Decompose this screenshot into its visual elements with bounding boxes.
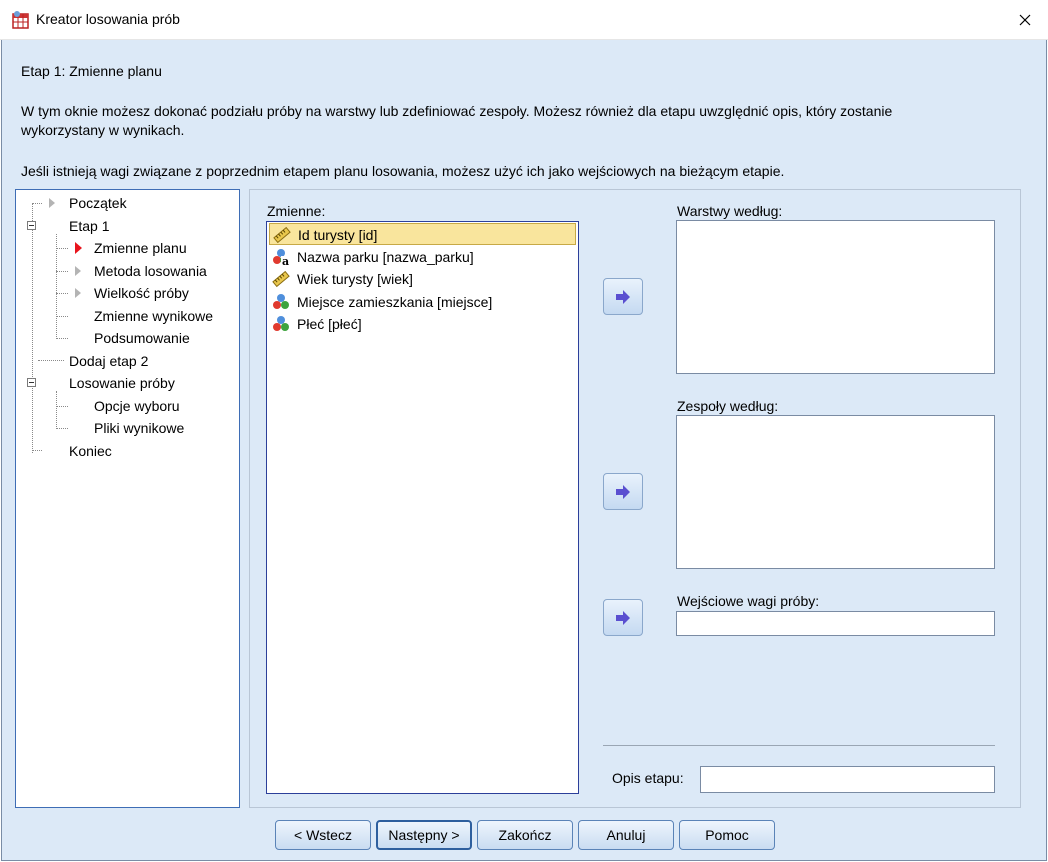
stage-label-label: Opis etapu:: [612, 770, 684, 786]
strata-list[interactable]: [676, 220, 995, 374]
tree-connector: [56, 248, 68, 249]
tree-item-selection-options[interactable]: Opcje wyboru: [94, 396, 180, 416]
list-item[interactable]: Id turysty [id]: [269, 223, 576, 245]
collapse-icon[interactable]: [27, 221, 36, 230]
list-item[interactable]: Płeć [płeć]: [269, 313, 576, 335]
step-description-line: W tym oknie możesz dokonać podziału prób…: [21, 103, 893, 119]
input-weights-label: Wejściowe wagi próby:: [677, 593, 820, 609]
help-button[interactable]: Pomoc: [679, 820, 775, 850]
tree-item-add-stage-2[interactable]: Dodaj etap 2: [69, 351, 148, 371]
tree-connector: [56, 428, 68, 429]
tree-connector: [56, 316, 68, 317]
tree-connector: [56, 293, 68, 294]
sampling-wizard-app-icon: [12, 11, 29, 29]
close-button[interactable]: [1002, 0, 1048, 39]
tree-connector: [38, 360, 64, 361]
step-heading: Etap 1: Zmienne planu: [21, 63, 162, 79]
tree-connector: [32, 203, 42, 204]
strata-label: Warstwy według:: [677, 203, 783, 219]
tree-item-finish[interactable]: Koniec: [69, 441, 112, 461]
input-weights-field[interactable]: [676, 611, 995, 636]
finish-button[interactable]: Zakończ: [477, 820, 573, 850]
move-to-input-weights-button[interactable]: [603, 599, 643, 636]
step-description: W tym oknie możesz dokonać podziału prób…: [21, 102, 1021, 140]
collapse-icon[interactable]: [27, 378, 36, 387]
tree-connector: [32, 450, 42, 451]
step-arrow-icon: [75, 266, 81, 276]
variable-label: Id turysty [id]: [298, 227, 378, 243]
clusters-list[interactable]: [676, 415, 995, 569]
svg-text:a: a: [282, 255, 289, 266]
separator: [603, 745, 995, 746]
variables-label: Zmienne:: [267, 203, 326, 219]
wizard-steps-tree[interactable]: Początek Etap 1 Zmienne planu Metoda los…: [15, 189, 240, 808]
tree-item-sampling-method[interactable]: Metoda losowania: [94, 261, 207, 281]
tree-item-sample-size[interactable]: Wielkość próby: [94, 283, 189, 303]
weights-hint: Jeśli istnieją wagi związane z poprzedni…: [21, 163, 785, 179]
tree-item-start[interactable]: Początek: [69, 193, 127, 213]
clusters-label: Zespoły według:: [677, 398, 779, 414]
current-step-arrow-icon: [75, 242, 82, 254]
tree-connector: [56, 338, 68, 339]
tree-item-summary[interactable]: Podsumowanie: [94, 328, 190, 348]
list-item[interactable]: a Nazwa parku [nazwa_parku]: [269, 246, 576, 268]
right-arrow-icon: [616, 610, 630, 625]
close-icon: [1019, 14, 1031, 25]
cancel-button[interactable]: Anuluj: [578, 820, 674, 850]
variable-label: Nazwa parku [nazwa_parku]: [297, 249, 474, 265]
nominal-icon: [273, 316, 289, 331]
tree-item-design-variables[interactable]: Zmienne planu: [94, 238, 187, 258]
stage-label-field[interactable]: [700, 766, 995, 793]
nominal-icon: [273, 294, 289, 309]
tree-connector: [56, 271, 68, 272]
design-variables-panel: Zmienne: Id turysty [id] a Nazwa parku […: [249, 189, 1021, 808]
tree-connector: [56, 234, 57, 339]
variable-label: Wiek turysty [wiek]: [297, 271, 413, 287]
step-description-line: wykorzystany w wynikach.: [21, 122, 185, 138]
back-button[interactable]: < Wstecz: [275, 820, 371, 850]
tree-item-output-files[interactable]: Pliki wynikowe: [94, 418, 184, 438]
step-arrow-icon: [75, 288, 81, 298]
tree-connector: [32, 203, 33, 453]
window-titlebar: Kreator losowania prób: [0, 0, 1048, 40]
window-title: Kreator losowania prób: [36, 11, 180, 27]
nominal-string-icon: a: [273, 249, 290, 266]
tree-item-stage-1[interactable]: Etap 1: [69, 216, 109, 236]
move-to-strata-button[interactable]: [603, 278, 643, 315]
next-button[interactable]: Następny >: [376, 820, 472, 850]
ruler-scale-icon: [272, 270, 290, 288]
variable-label: Płeć [płeć]: [297, 316, 362, 332]
ruler-scale-icon: [273, 226, 291, 244]
list-item[interactable]: Wiek turysty [wiek]: [269, 268, 576, 290]
right-arrow-icon: [616, 484, 630, 499]
list-item[interactable]: Miejsce zamieszkania [miejsce]: [269, 291, 576, 313]
tree-connector: [56, 406, 68, 407]
right-arrow-icon: [616, 289, 630, 304]
tree-connector: [56, 391, 57, 429]
dialog-body: Etap 1: Zmienne planu W tym oknie możesz…: [1, 40, 1047, 861]
variables-list[interactable]: Id turysty [id] a Nazwa parku [nazwa_par…: [266, 221, 579, 794]
step-arrow-icon: [49, 198, 55, 208]
tree-item-output-variables[interactable]: Zmienne wynikowe: [94, 306, 213, 326]
move-to-clusters-button[interactable]: [603, 473, 643, 510]
variable-label: Miejsce zamieszkania [miejsce]: [297, 294, 493, 310]
tree-item-draw-sample[interactable]: Losowanie próby: [69, 373, 175, 393]
